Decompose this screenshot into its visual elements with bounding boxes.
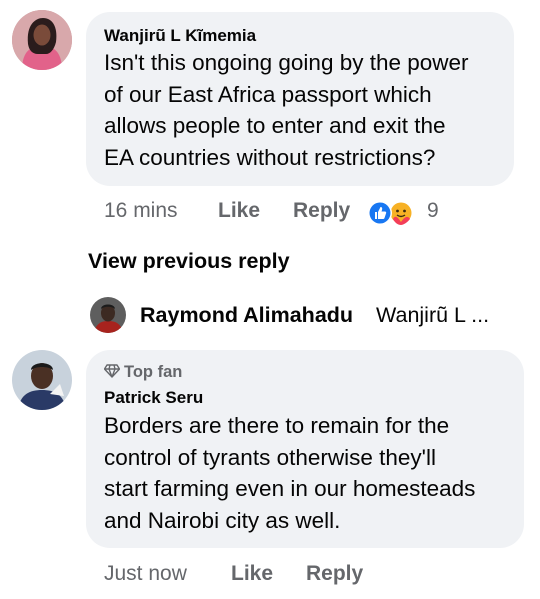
comment-timestamp[interactable]: 16 mins — [104, 199, 178, 223]
comment-line: Isn't this ongoing going by the power — [104, 50, 469, 75]
avatar[interactable] — [90, 297, 126, 333]
reply-preview-snippet[interactable]: Wanjirũ L ... — [376, 303, 489, 328]
view-previous-reply-link[interactable]: View previous reply — [88, 249, 290, 274]
comment-author[interactable]: Wanjirũ L Kĩmemia — [104, 26, 256, 46]
comment-actions: 16 mins Like Reply 9 — [0, 199, 540, 227]
comment-line: Borders are there to remain for the — [104, 413, 450, 438]
top-fan-diamond-icon — [103, 364, 121, 378]
comment-author[interactable]: Patrick Seru — [104, 388, 203, 408]
comment-timestamp[interactable]: Just now — [104, 562, 187, 586]
comment-bubble[interactable]: Wanjirũ L Kĩmemia Isn't this ongoing goi… — [86, 12, 514, 186]
avatar[interactable] — [12, 10, 72, 70]
comment-line: start farming even in our homesteads — [104, 476, 476, 501]
reply-button[interactable]: Reply — [306, 562, 363, 586]
reply-button[interactable]: Reply — [293, 199, 350, 223]
avatar-raymond — [90, 297, 126, 333]
top-fan-badge: Top fan — [103, 363, 183, 382]
comment-line: allows people to enter and exit the — [104, 113, 446, 138]
like-button[interactable]: Like — [218, 199, 260, 223]
comment-line: control of tyrants otherwise they'll — [104, 444, 436, 470]
like-button[interactable]: Like — [231, 562, 273, 586]
comment-text: Isn't this ongoing going by the power of… — [104, 47, 469, 173]
comment-line: EA countries without restrictions? — [104, 144, 436, 170]
reactions[interactable]: 9 — [367, 199, 447, 227]
comment-bubble[interactable]: Top fan Patrick Seru Borders are there t… — [86, 350, 524, 548]
avatar[interactable] — [12, 350, 72, 410]
comment-line: of our East Africa passport which — [104, 81, 432, 107]
comment-line: and Nairobi city as well. — [104, 507, 341, 533]
top-fan-label: Top fan — [124, 363, 183, 381]
reaction-count: 9 — [427, 199, 439, 222]
reply-preview-author[interactable]: Raymond Alimahadu — [140, 303, 353, 328]
avatar-wanjiru — [12, 10, 72, 70]
comment-actions: Just now Like Reply — [0, 562, 540, 590]
avatar-patrick — [12, 350, 72, 410]
comment-text: Borders are there to remain for the cont… — [104, 410, 475, 536]
like-reaction-icon — [368, 201, 392, 225]
